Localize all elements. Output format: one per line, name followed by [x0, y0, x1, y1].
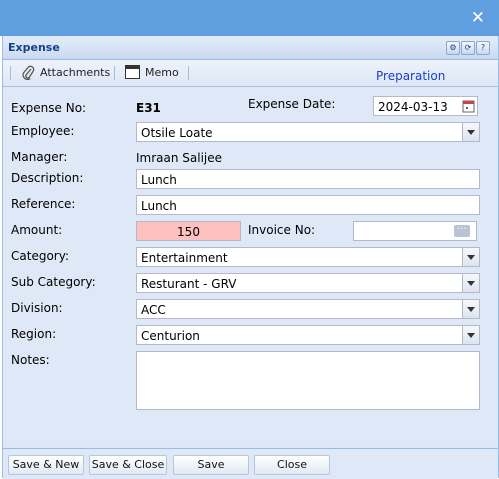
- amount-input[interactable]: 150: [136, 221, 241, 241]
- footer-toolbar: Save & New Save & Close Save Close: [3, 448, 498, 479]
- division-value: ACC: [141, 303, 166, 317]
- manager-value: Imraan Salijee: [136, 151, 223, 165]
- division-label: Division:: [11, 301, 63, 315]
- panel-title: Expense: [8, 41, 60, 54]
- region-value: Centurion: [141, 329, 200, 343]
- region-select[interactable]: Centurion: [136, 325, 480, 345]
- refresh-icon[interactable]: ⟳: [461, 41, 475, 55]
- memo-button[interactable]: Memo: [125, 65, 179, 79]
- save-close-button[interactable]: Save & Close: [89, 455, 167, 475]
- chevron-down-icon[interactable]: [462, 274, 479, 292]
- more-icon[interactable]: ···: [454, 225, 470, 237]
- status-label: Preparation: [376, 69, 446, 83]
- attachments-button[interactable]: Attachments: [21, 65, 110, 80]
- amount-label: Amount:: [11, 223, 63, 237]
- amount-value: 150: [177, 225, 200, 239]
- sub-category-label: Sub Category:: [11, 275, 96, 289]
- save-button[interactable]: Save: [173, 455, 249, 475]
- category-select[interactable]: Entertainment: [136, 247, 480, 267]
- panel-header: Expense ⚙ ⟳ ?: [3, 37, 498, 60]
- sub-category-value: Resturant - GRV: [141, 277, 237, 291]
- toolbar-separator: [188, 66, 189, 80]
- reference-input[interactable]: Lunch: [136, 195, 480, 215]
- employee-select[interactable]: Otsile Loate: [136, 122, 480, 142]
- chevron-down-icon[interactable]: [462, 123, 479, 141]
- invoice-no-input[interactable]: ···: [353, 221, 477, 241]
- toolbar: Attachments Memo Preparation: [3, 60, 498, 87]
- category-value: Entertainment: [141, 251, 228, 265]
- expense-date-value: 2024-03-13: [378, 100, 448, 114]
- reference-value: Lunch: [141, 199, 177, 213]
- reference-label: Reference:: [11, 197, 76, 211]
- chevron-down-icon[interactable]: [462, 248, 479, 266]
- expense-no-value: E31: [136, 101, 161, 115]
- invoice-no-label: Invoice No:: [248, 223, 316, 237]
- category-label: Category:: [11, 249, 69, 263]
- calendar-icon[interactable]: [461, 98, 476, 114]
- notes-label: Notes:: [11, 353, 50, 367]
- form-body: Expense No: E31 Expense Date: 2024-03-13…: [3, 87, 498, 447]
- description-input[interactable]: Lunch: [136, 169, 480, 189]
- expense-panel: Expense ⚙ ⟳ ? Attachments Memo Preparati…: [2, 36, 499, 479]
- toolbar-separator: [10, 66, 11, 80]
- division-select[interactable]: ACC: [136, 299, 480, 319]
- expense-date-label: Expense Date:: [248, 97, 336, 111]
- description-label: Description:: [11, 171, 84, 185]
- save-new-button[interactable]: Save & New: [8, 455, 84, 475]
- memo-icon: [125, 65, 140, 79]
- toolbar-separator: [114, 66, 115, 80]
- paperclip-icon: [22, 65, 35, 80]
- gear-icon[interactable]: ⚙: [446, 41, 460, 55]
- help-icon[interactable]: ?: [476, 41, 490, 55]
- chevron-down-icon[interactable]: [462, 300, 479, 318]
- description-value: Lunch: [141, 173, 177, 187]
- close-button[interactable]: Close: [254, 455, 330, 475]
- window-titlebar: ✕: [0, 0, 499, 36]
- employee-label: Employee:: [11, 124, 75, 138]
- chevron-down-icon[interactable]: [462, 326, 479, 344]
- region-label: Region:: [11, 327, 57, 341]
- attachments-label: Attachments: [40, 66, 111, 79]
- sub-category-select[interactable]: Resturant - GRV: [136, 273, 480, 293]
- notes-textarea[interactable]: [136, 351, 480, 410]
- employee-value: Otsile Loate: [141, 126, 213, 140]
- expense-date-field[interactable]: 2024-03-13: [373, 96, 478, 116]
- memo-label: Memo: [145, 65, 179, 79]
- expense-no-label: Expense No:: [11, 101, 87, 115]
- manager-label: Manager:: [11, 150, 68, 164]
- close-icon[interactable]: ✕: [471, 9, 485, 27]
